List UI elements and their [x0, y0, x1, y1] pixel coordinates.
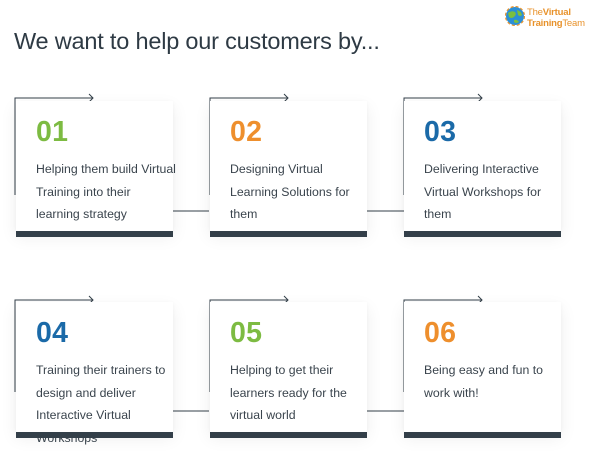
- step-description: Designing Virtual Learning Solutions for…: [230, 162, 350, 221]
- step-card-02: 02 Designing Virtual Learning Solutions …: [210, 101, 367, 237]
- step-description: Being easy and fun to work with!: [424, 363, 543, 400]
- page-title: We want to help our customers by...: [14, 28, 380, 54]
- brand-logo: TheVirtual TrainingTeam: [505, 6, 595, 32]
- step-number: 02: [230, 116, 263, 148]
- step-card-01: 01 Helping them build Virtual Training i…: [16, 101, 176, 237]
- step-card-05: 05 Helping to get their learners ready f…: [210, 302, 367, 438]
- step-number: 01: [36, 116, 69, 148]
- step-card-03: 03 Delivering Interactive Virtual Worksh…: [404, 101, 561, 237]
- step-number: 05: [230, 317, 263, 349]
- step-description: Helping to get their learners ready for …: [230, 363, 347, 422]
- step-number: 04: [36, 317, 69, 349]
- card-bottom-bar: [16, 231, 173, 237]
- step-number: 03: [424, 116, 457, 148]
- step-card-06: 06 Being easy and fun to work with!: [404, 302, 561, 438]
- card-bottom-bar: [16, 432, 173, 438]
- globe-icon: [505, 6, 525, 26]
- card-bottom-bar: [210, 231, 367, 237]
- step-number: 06: [424, 317, 457, 349]
- card-bottom-bar: [210, 432, 367, 438]
- card-bottom-bar: [404, 231, 561, 237]
- step-description: Helping them build Virtual Training into…: [36, 162, 176, 221]
- step-description: Delivering Interactive Virtual Workshops…: [424, 162, 542, 221]
- card-bottom-bar: [404, 432, 561, 438]
- step-card-04: 04 Training their trainers to design and…: [16, 302, 173, 445]
- logo-line-1: TheVirtual: [527, 7, 571, 18]
- logo-line-2: TrainingTeam: [527, 18, 585, 29]
